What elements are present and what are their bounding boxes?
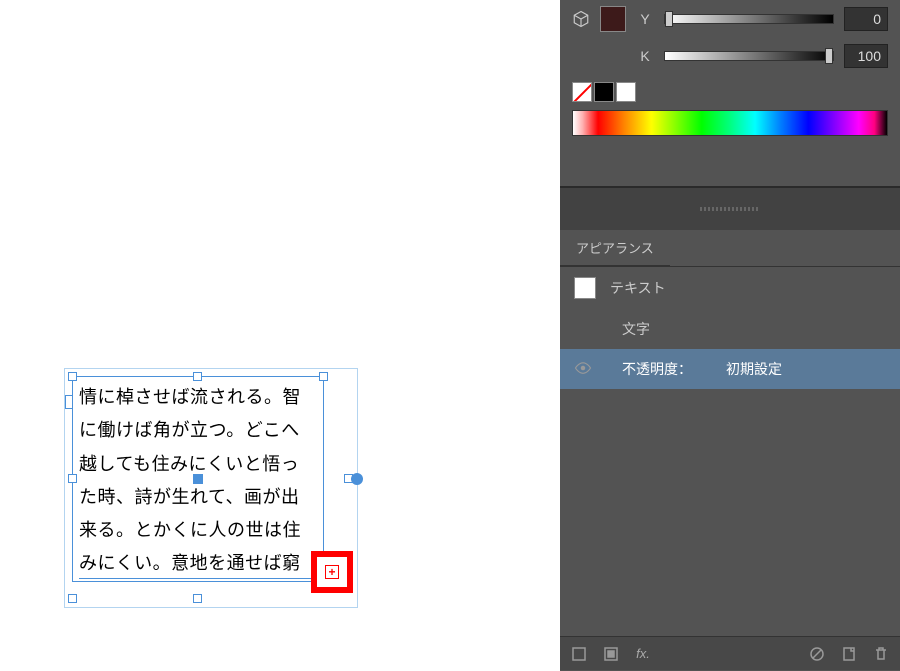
opacity-value: 初期設定 xyxy=(726,359,782,379)
color-spectrum[interactable] xyxy=(572,110,888,136)
handle-top-right[interactable] xyxy=(319,372,328,381)
appearance-footer: fx. xyxy=(560,636,900,670)
text-frame-wrapper: 情に棹させば流される。智に働けば角が立つ。どこへ越しても住みにくいと悟った時、詩… xyxy=(72,376,324,582)
swatch-black[interactable] xyxy=(594,82,614,102)
color-row-y: Y xyxy=(560,0,900,38)
appearance-row-char[interactable]: 文字 xyxy=(560,309,900,349)
text-label: テキスト xyxy=(610,278,666,298)
eye-icon[interactable] xyxy=(574,359,594,379)
slider-y-thumb[interactable] xyxy=(665,11,673,27)
panel-divider[interactable] xyxy=(560,188,900,230)
char-label: 文字 xyxy=(622,319,650,339)
stroke-box-icon[interactable] xyxy=(570,645,588,663)
slider-k-thumb[interactable] xyxy=(825,48,833,64)
handle-bottom-middle[interactable] xyxy=(193,594,202,603)
canvas-area[interactable]: 情に棹させば流される。智に働けば角が立つ。どこへ越しても住みにくいと悟った時、詩… xyxy=(0,0,560,671)
overflow-indicator-inner: + xyxy=(325,565,339,579)
overflow-out-port[interactable]: + xyxy=(311,551,353,593)
swatch-none[interactable] xyxy=(572,82,592,102)
handle-top-middle[interactable] xyxy=(193,372,202,381)
color-swatch[interactable] xyxy=(600,6,626,32)
fill-box-icon[interactable] xyxy=(602,645,620,663)
handle-top-left[interactable] xyxy=(68,372,77,381)
handle-bottom-left[interactable] xyxy=(68,594,77,603)
new-icon[interactable] xyxy=(840,645,858,663)
color-panel: Y K xyxy=(560,0,900,188)
center-marker[interactable] xyxy=(193,474,203,484)
text-frame[interactable]: 情に棹させば流される。智に働けば角が立つ。どこへ越しても住みにくいと悟った時、詩… xyxy=(72,376,324,582)
appearance-body: テキスト 文字 不透明度： 初期設定 xyxy=(560,266,900,389)
slider-k-track[interactable] xyxy=(664,51,834,61)
color-row-k: K xyxy=(560,38,900,74)
swatch-white[interactable] xyxy=(616,82,636,102)
appearance-row-opacity[interactable]: 不透明度： 初期設定 xyxy=(560,349,900,389)
slider-k-label: K xyxy=(636,48,654,64)
fx-icon[interactable]: fx. xyxy=(634,645,652,663)
slider-k-value[interactable] xyxy=(844,44,888,68)
overflow-plus-icon: + xyxy=(328,566,335,578)
appearance-panel: アピアランス テキスト 文字 不透明度： 初期設定 xyxy=(560,230,900,670)
slider-y-track[interactable] xyxy=(664,14,834,24)
appearance-tab[interactable]: アピアランス xyxy=(560,230,670,266)
appearance-row-text[interactable]: テキスト xyxy=(560,267,900,309)
handle-middle-left[interactable] xyxy=(68,474,77,483)
anchor-point[interactable] xyxy=(351,473,363,485)
clear-icon[interactable] xyxy=(808,645,826,663)
text-fill-swatch[interactable] xyxy=(574,277,596,299)
slider-y-value[interactable] xyxy=(844,7,888,31)
opacity-label: 不透明度： xyxy=(622,359,692,379)
cube-icon[interactable] xyxy=(572,10,590,28)
swatch-row xyxy=(560,74,900,106)
text-baseline xyxy=(79,578,319,579)
panel-dock: Y K アピアランス xyxy=(560,0,900,671)
slider-y-label: Y xyxy=(636,11,654,27)
trash-icon[interactable] xyxy=(872,645,890,663)
in-port-handle[interactable] xyxy=(65,395,73,409)
